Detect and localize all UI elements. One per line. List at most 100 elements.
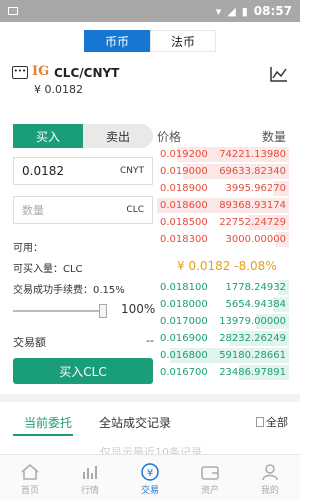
status-bar: ▾ ◢ ▮ 08:57 — [0, 0, 300, 22]
nav-profile[interactable]: 我的 — [240, 455, 300, 500]
qty-column-header: 数量 — [262, 130, 287, 144]
nav-market[interactable]: 行情 — [60, 455, 120, 500]
bid-quantity: 5654.94384 — [225, 299, 286, 310]
pair-header: ••• IG CLC/CNYT ¥ 0.0182 — [0, 60, 300, 100]
bid-price: 0.018100 — [160, 282, 208, 293]
bid-price: 0.016700 — [160, 367, 208, 378]
ask-quantity: 89368.93174 — [219, 200, 286, 211]
quantity-unit: CLC — [126, 205, 144, 215]
ask-price: 0.018300 — [160, 234, 208, 245]
fee-label: 交易成功手续费：0.15% — [13, 285, 125, 296]
ask-price: 0.018600 — [160, 200, 208, 211]
ask-quantity: 74221.13980 — [219, 149, 286, 160]
bid-order-row[interactable]: 0.016900 28232.26249 — [157, 330, 289, 347]
bid-quantity: 59180.28661 — [219, 350, 286, 361]
bid-orderbook: 0.018100 1778.24932 0.018000 5654.94384 0.01… — [157, 279, 289, 381]
bid-quantity: 13979.00000 — [219, 316, 286, 327]
last-price-value: ¥ 0.0182 — [177, 259, 231, 273]
price-value: 0.0182 — [22, 164, 64, 178]
amount-slider[interactable] — [13, 304, 107, 318]
buy-button[interactable]: 买入CLC — [13, 358, 153, 384]
tab-spot[interactable]: 币币 — [84, 30, 150, 52]
tab-buy[interactable]: 买入 — [13, 124, 83, 148]
document-icon — [256, 417, 264, 427]
ask-price: 0.019000 — [160, 166, 208, 177]
svg-text:¥: ¥ — [147, 468, 153, 479]
price-column-header: 价格 — [157, 130, 182, 144]
section-divider — [0, 394, 300, 402]
ask-order-row[interactable]: 0.019000 69633.82340 — [157, 163, 289, 180]
bid-quantity: 1778.24932 — [225, 282, 286, 293]
all-orders-link[interactable]: 全部 — [256, 414, 288, 430]
price-input[interactable]: 0.0182 CNYT — [13, 157, 153, 185]
order-tabs: 当前委托 全站成交记录 全部 — [0, 414, 300, 436]
bid-quantity: 23486.97891 — [219, 367, 286, 378]
slider-percent: 100% — [121, 302, 156, 316]
nav-trade[interactable]: ¥ 交易 — [120, 455, 180, 500]
pair-price: ¥ 0.0182 — [34, 83, 83, 96]
bid-price: 0.018000 — [160, 299, 208, 310]
ask-price: 0.018500 — [160, 217, 208, 228]
quantity-placeholder: 数量 — [22, 204, 44, 217]
home-icon — [21, 464, 39, 480]
nav-home-label: 首页 — [20, 486, 39, 496]
market-icon — [83, 466, 97, 479]
last-price: ¥ 0.0182 -8.08% — [177, 259, 277, 273]
active-tab-underline — [13, 434, 73, 436]
nav-trade-label: 交易 — [140, 486, 159, 496]
bid-order-row[interactable]: 0.016800 59180.28661 — [157, 347, 289, 364]
user-icon — [262, 464, 278, 481]
ask-order-row[interactable]: 0.019200 74221.13980 — [157, 146, 289, 163]
chart-icon[interactable] — [270, 66, 288, 82]
bid-order-row[interactable]: 0.016700 23486.97891 — [157, 364, 289, 381]
ask-order-row[interactable]: 0.018500 22752.24729 — [157, 214, 289, 231]
price-unit: CNYT — [119, 166, 144, 176]
price-change: -8.08% — [234, 259, 277, 273]
bid-order-row[interactable]: 0.018000 5654.94384 — [157, 296, 289, 313]
bid-order-row[interactable]: 0.018100 1778.24932 — [157, 279, 289, 296]
ask-orderbook: 0.019200 74221.13980 0.019000 69633.82340 0.… — [157, 146, 289, 248]
can-buy-label: 可买入量：CLC — [13, 264, 83, 275]
bid-order-row[interactable]: 0.017000 13979.00000 — [157, 313, 289, 330]
all-orders-label: 全部 — [266, 416, 288, 429]
amount-label: 交易额 — [13, 336, 46, 349]
bid-price: 0.016800 — [160, 350, 208, 361]
tab-current-orders[interactable]: 当前委托 — [24, 414, 72, 431]
ask-quantity: 3995.96270 — [225, 183, 286, 194]
coin-logo: IG — [32, 64, 50, 79]
side-tabs: 买入 卖出 — [13, 124, 153, 148]
trade-icon: ¥ — [141, 463, 159, 481]
wifi-icon: ▾ — [215, 4, 222, 18]
ask-order-row[interactable]: 0.018900 3995.96270 — [157, 180, 289, 197]
quantity-input[interactable]: 数量 CLC — [13, 196, 153, 224]
signal-icon: ◢ — [227, 4, 236, 18]
status-time: 08:57 — [253, 4, 292, 18]
amount-value: -- — [146, 334, 154, 347]
ask-quantity: 22752.24729 — [219, 217, 286, 228]
ask-price: 0.019200 — [160, 149, 208, 160]
menu-icon[interactable]: ••• — [12, 66, 28, 79]
ask-order-row[interactable]: 0.018600 89368.93174 — [157, 197, 289, 214]
ask-order-row[interactable]: 0.018300 3000.00000 — [157, 231, 289, 248]
battery-icon: ▮ — [241, 4, 248, 18]
bottom-nav: 首页 行情 ¥ 交易 资产 我的 — [0, 454, 300, 500]
available-label: 可用： — [13, 243, 43, 254]
tab-fiat[interactable]: 法币 — [150, 30, 216, 52]
pair-name[interactable]: CLC/CNYT — [54, 66, 119, 80]
nav-home[interactable]: 首页 — [0, 455, 60, 500]
tab-market-trades[interactable]: 全站成交记录 — [99, 414, 171, 431]
nav-assets[interactable]: 资产 — [180, 455, 240, 500]
ask-quantity: 3000.00000 — [225, 234, 286, 245]
bid-price: 0.017000 — [160, 316, 208, 327]
slider-handle[interactable] — [99, 304, 107, 318]
nav-assets-label: 资产 — [200, 486, 219, 496]
nav-market-label: 行情 — [80, 486, 99, 496]
tab-sell[interactable]: 卖出 — [83, 124, 153, 148]
slider-track — [13, 310, 107, 312]
notification-icon — [8, 7, 18, 15]
ask-price: 0.018900 — [160, 183, 208, 194]
bid-price: 0.016900 — [160, 333, 208, 344]
bid-quantity: 28232.26249 — [219, 333, 286, 344]
nav-profile-label: 我的 — [260, 486, 279, 496]
market-type-tabs: 币币 法币 — [0, 30, 300, 52]
